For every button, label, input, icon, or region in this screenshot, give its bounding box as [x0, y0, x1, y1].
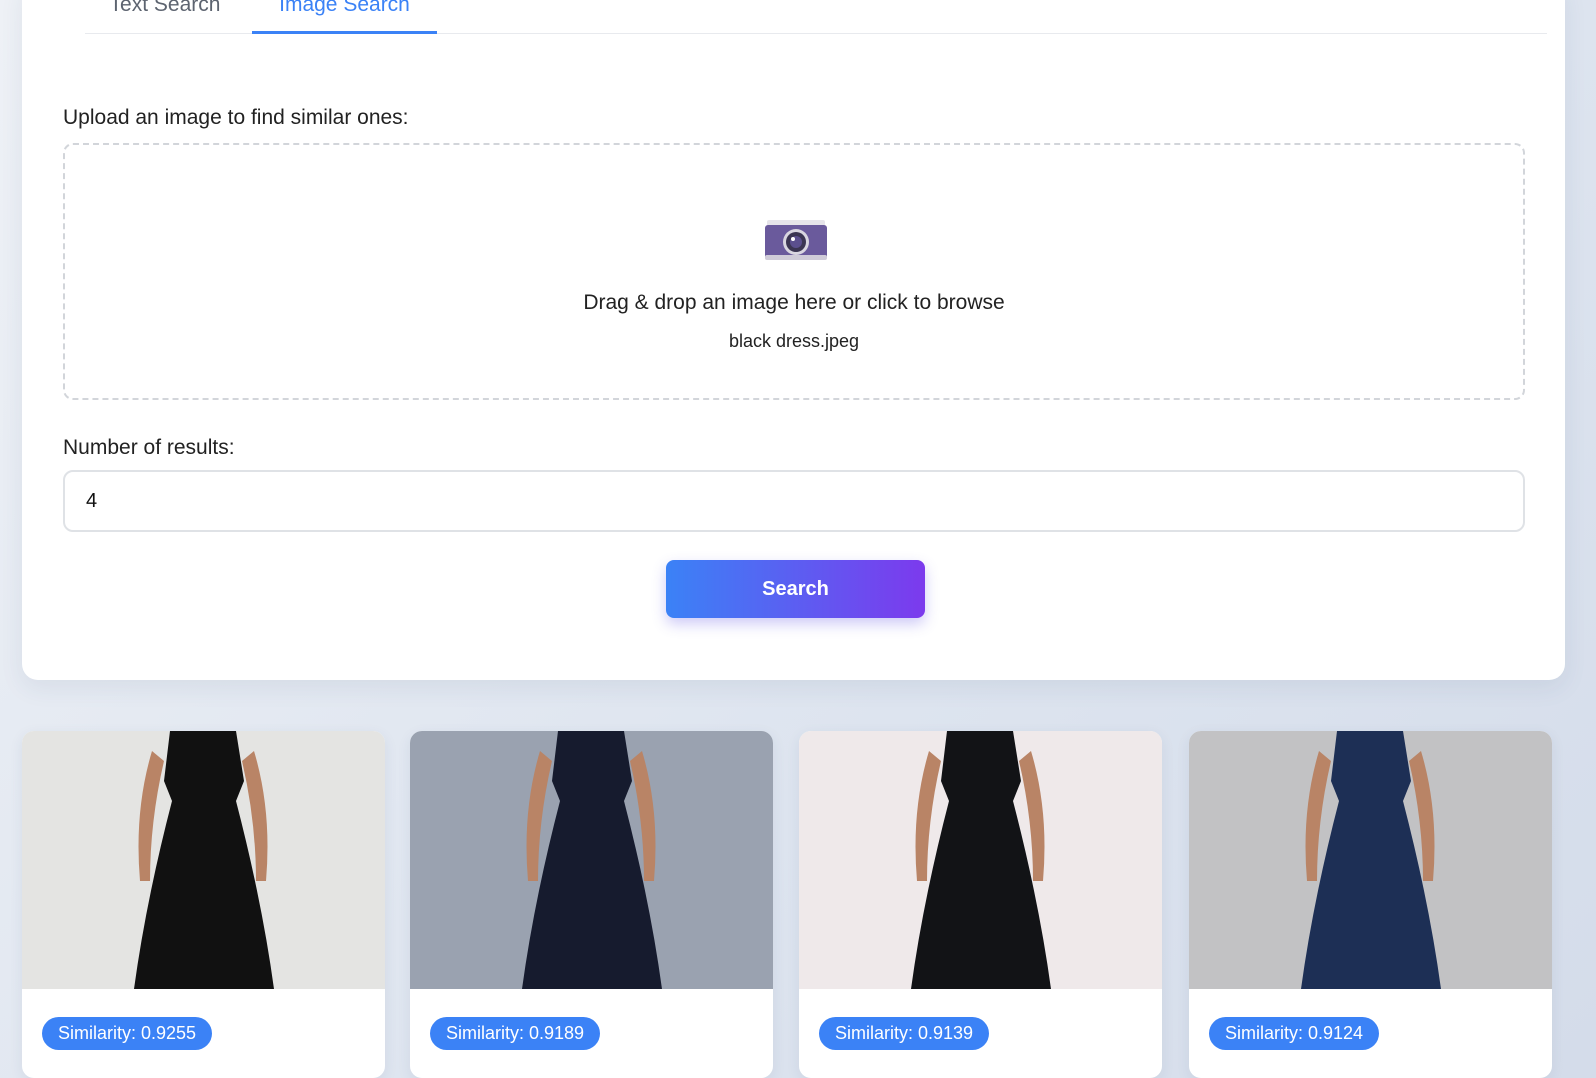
result-image: [799, 731, 1162, 989]
result-image: [410, 731, 773, 989]
tab-text-search[interactable]: Text Search: [85, 0, 245, 34]
search-button[interactable]: Search: [666, 560, 925, 618]
result-card[interactable]: Similarity: 0.9255: [22, 731, 385, 1078]
image-dropzone[interactable]: Drag & drop an image here or click to br…: [63, 143, 1525, 400]
similarity-badge: Similarity: 0.9124: [1209, 1017, 1380, 1050]
result-card[interactable]: Similarity: 0.9124: [1189, 731, 1552, 1078]
similarity-badge: Similarity: 0.9255: [42, 1017, 213, 1050]
result-image: [22, 731, 385, 989]
selected-filename: black dress.jpeg: [728, 331, 860, 351]
results-count-label: Number of results:: [63, 436, 235, 459]
result-card[interactable]: Similarity: 0.9139: [799, 731, 1162, 1078]
search-tabs: Text Search Image Search: [85, 0, 1547, 34]
similarity-badge: Similarity: 0.9189: [430, 1017, 601, 1050]
result-card[interactable]: Similarity: 0.9189: [410, 731, 773, 1078]
similarity-badge: Similarity: 0.9139: [819, 1017, 990, 1050]
camera-icon: [765, 220, 827, 260]
tab-image-search[interactable]: Image Search: [252, 0, 437, 34]
dropzone-prompt: Drag & drop an image here or click to br…: [583, 291, 1005, 314]
results-count-input[interactable]: [63, 470, 1525, 532]
result-image: [1189, 731, 1552, 989]
upload-label: Upload an image to find similar ones:: [63, 106, 409, 129]
